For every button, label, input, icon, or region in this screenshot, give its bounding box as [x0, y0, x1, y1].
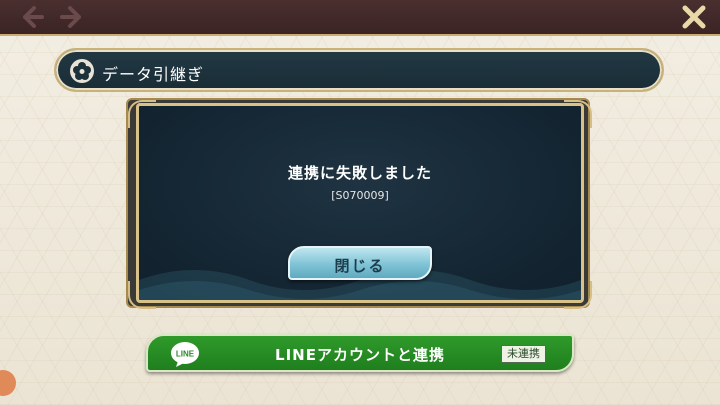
- section-header: データ引継ぎ: [54, 48, 664, 92]
- ornament-corner: [128, 100, 156, 128]
- arrow-left-icon: [23, 6, 44, 28]
- ornament-corner: [564, 100, 592, 128]
- back-button[interactable]: [16, 2, 46, 32]
- dialog-close-button[interactable]: 閉じる: [288, 246, 432, 280]
- close-button[interactable]: [678, 1, 710, 33]
- top-bar: [0, 0, 720, 36]
- close-x-icon: [682, 5, 706, 29]
- section-title: データ引継ぎ: [102, 65, 205, 84]
- ornament-corner: [128, 281, 156, 309]
- forward-button[interactable]: [58, 2, 88, 32]
- ornament-corner: [564, 281, 592, 309]
- dialog-close-label: 閉じる: [334, 257, 386, 275]
- link-status-badge: 未連携: [501, 345, 546, 363]
- line-link-button[interactable]: LINE LINEアカウントと連携 未連携: [146, 334, 574, 372]
- flower-icon: [70, 59, 94, 83]
- error-code: [S070009]: [331, 189, 389, 202]
- arrow-right-icon: [60, 6, 81, 28]
- error-message: 連携に失敗しました: [287, 164, 432, 182]
